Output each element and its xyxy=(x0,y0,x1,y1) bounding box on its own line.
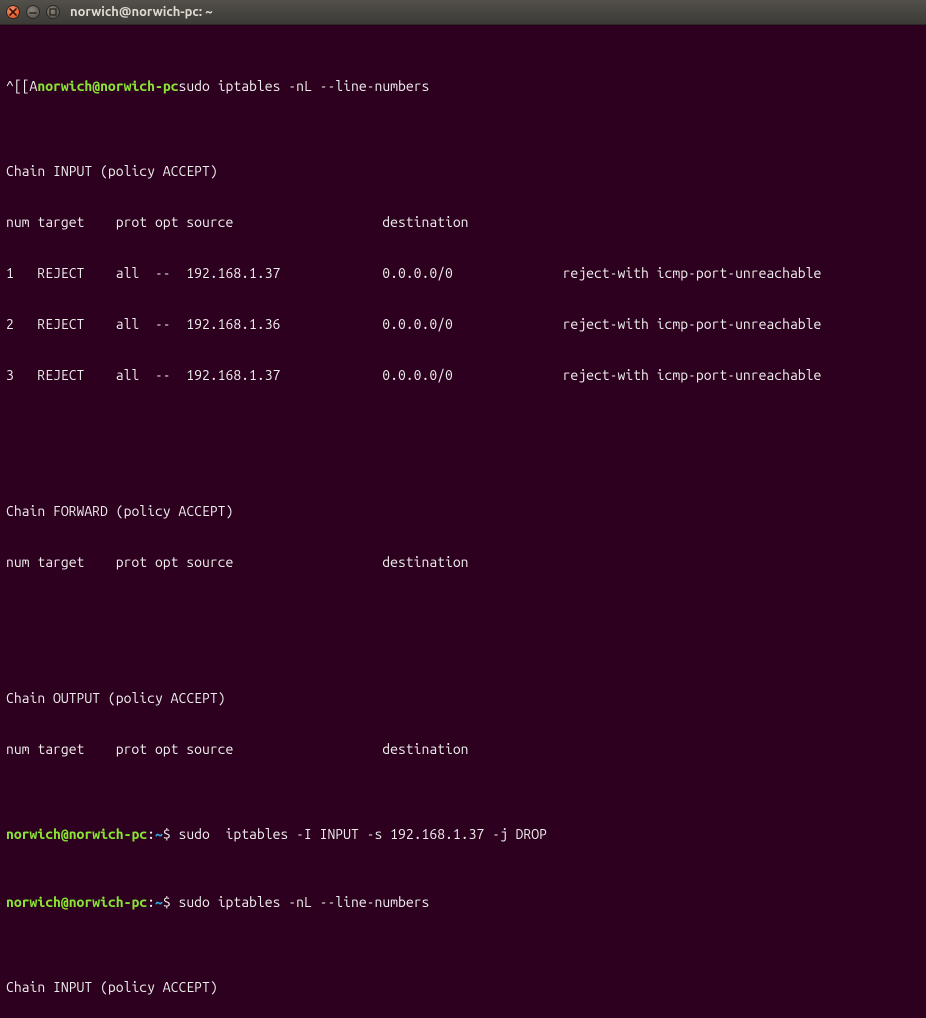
prompt-user-host: norwich@norwich-pc xyxy=(6,894,147,910)
col-target: target xyxy=(37,214,115,231)
chain-header: Chain FORWARD (policy ACCEPT) xyxy=(6,503,920,520)
terminal-line: norwich@norwich-pc:~$ sudo iptables -nL … xyxy=(6,894,920,911)
prompt-user-host: norwich@norwich-pc xyxy=(37,78,178,94)
blank-line xyxy=(6,418,920,435)
window-title: norwich@norwich-pc: ~ xyxy=(70,4,213,21)
col-num: num xyxy=(6,214,37,231)
escape-sequence: ^[[A xyxy=(6,78,37,94)
prompt-path: ~ xyxy=(155,826,163,842)
table-header: numtargetprotoptsourcedestination xyxy=(6,214,920,231)
chain-header: Chain INPUT (policy ACCEPT) xyxy=(6,979,920,996)
terminal-line: norwich@norwich-pc:~$ sudo iptables -I I… xyxy=(6,826,920,843)
col-source: source xyxy=(186,214,382,231)
terminal-line: ^[[Anorwich@norwich-pcsudo iptables -nL … xyxy=(6,78,920,95)
table-row: 2REJECTall--192.168.1.360.0.0.0/0reject-… xyxy=(6,316,920,333)
blank-line xyxy=(6,605,920,622)
maximize-icon[interactable] xyxy=(46,5,60,19)
table-header: numtargetprotoptsourcedestination xyxy=(6,554,920,571)
command-text: sudo iptables -nL --line-numbers xyxy=(179,78,430,94)
chain-header: Chain OUTPUT (policy ACCEPT) xyxy=(6,690,920,707)
command-text: sudo iptables -nL --line-numbers xyxy=(171,894,430,910)
prompt-path: ~ xyxy=(155,894,163,910)
minimize-icon[interactable] xyxy=(26,5,40,19)
command-text: sudo iptables -I INPUT -s 192.168.1.37 -… xyxy=(171,826,547,842)
col-opt: opt xyxy=(155,214,186,231)
terminal-body[interactable]: ^[[Anorwich@norwich-pcsudo iptables -nL … xyxy=(0,25,926,1018)
prompt-user-host: norwich@norwich-pc xyxy=(6,826,147,842)
table-header: numtargetprotoptsourcedestination xyxy=(6,741,920,758)
chain-header: Chain INPUT (policy ACCEPT) xyxy=(6,163,920,180)
window-titlebar: norwich@norwich-pc: ~ xyxy=(0,0,926,25)
table-row: 1REJECTall--192.168.1.370.0.0.0/0reject-… xyxy=(6,265,920,282)
table-row: 3REJECTall--192.168.1.370.0.0.0/0reject-… xyxy=(6,367,920,384)
close-icon[interactable] xyxy=(6,5,20,19)
col-destination: destination xyxy=(382,214,562,231)
col-prot: prot xyxy=(116,214,155,231)
